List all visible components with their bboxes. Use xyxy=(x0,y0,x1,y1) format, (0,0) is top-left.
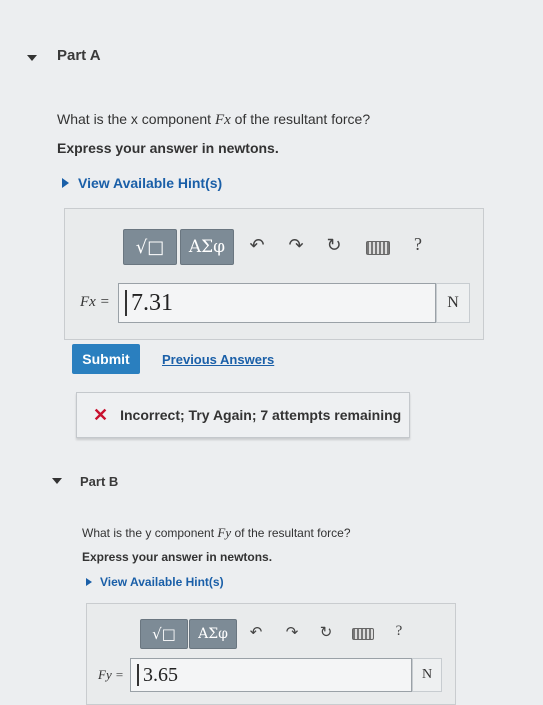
hint-caret-icon[interactable] xyxy=(62,178,69,188)
redo-icon[interactable]: ↷ xyxy=(286,235,306,255)
keyboard-icon[interactable] xyxy=(366,241,390,255)
part-b-hint-link[interactable]: View Available Hint(s) xyxy=(100,575,224,589)
part-a-help-button[interactable]: ? xyxy=(408,234,428,254)
collapse-icon[interactable] xyxy=(52,478,62,484)
reset-icon[interactable]: ↻ xyxy=(317,623,335,641)
feedback-box: ✕ Incorrect; Try Again; 7 attempts remai… xyxy=(76,392,410,438)
part-b-instruction: Express your answer in newtons. xyxy=(82,550,273,564)
undo-icon[interactable]: ↶ xyxy=(247,623,265,641)
feedback-text: Incorrect; Try Again; 7 attempts remaini… xyxy=(120,407,402,423)
collapse-icon[interactable] xyxy=(27,55,37,61)
part-a-title: Part A xyxy=(57,47,101,64)
undo-icon[interactable]: ↶ xyxy=(247,235,267,255)
part-a-greek-button[interactable]: ΑΣφ xyxy=(180,229,234,265)
hint-caret-icon[interactable] xyxy=(86,578,92,586)
keyboard-icon[interactable] xyxy=(352,628,374,640)
reset-icon[interactable]: ↻ xyxy=(324,235,344,255)
part-a-answer-input[interactable]: 7.31 xyxy=(118,283,436,323)
part-a-unit: N xyxy=(436,283,470,323)
part-b-help-button[interactable]: ? xyxy=(390,622,408,640)
incorrect-x-icon: ✕ xyxy=(93,404,109,425)
part-b-answer-input[interactable]: 3.65 xyxy=(130,658,412,692)
part-a-matrix-button[interactable]: √□ xyxy=(123,229,177,265)
part-b-question-var: Fy xyxy=(217,525,232,540)
part-b-question: What is the y component Fy of the result… xyxy=(82,525,351,540)
part-a-instruction: Express your answer in newtons. xyxy=(57,140,279,156)
redo-icon[interactable]: ↷ xyxy=(283,623,301,641)
previous-answers-link[interactable]: Previous Answers xyxy=(162,352,274,367)
part-a-question-var: Fx xyxy=(214,112,231,128)
part-a-hint-link[interactable]: View Available Hint(s) xyxy=(78,175,222,191)
part-b-unit: N xyxy=(412,658,442,692)
part-b-title: Part B xyxy=(80,474,119,489)
part-b-greek-button[interactable]: ΑΣφ xyxy=(189,619,237,649)
part-a-var-label: Fx = xyxy=(80,294,110,310)
part-b-matrix-button[interactable]: √□ xyxy=(140,619,188,649)
submit-button[interactable]: Submit xyxy=(72,344,140,374)
part-a-question: What is the x component Fx of the result… xyxy=(57,111,371,128)
part-b-var-label: Fy = xyxy=(98,667,124,682)
